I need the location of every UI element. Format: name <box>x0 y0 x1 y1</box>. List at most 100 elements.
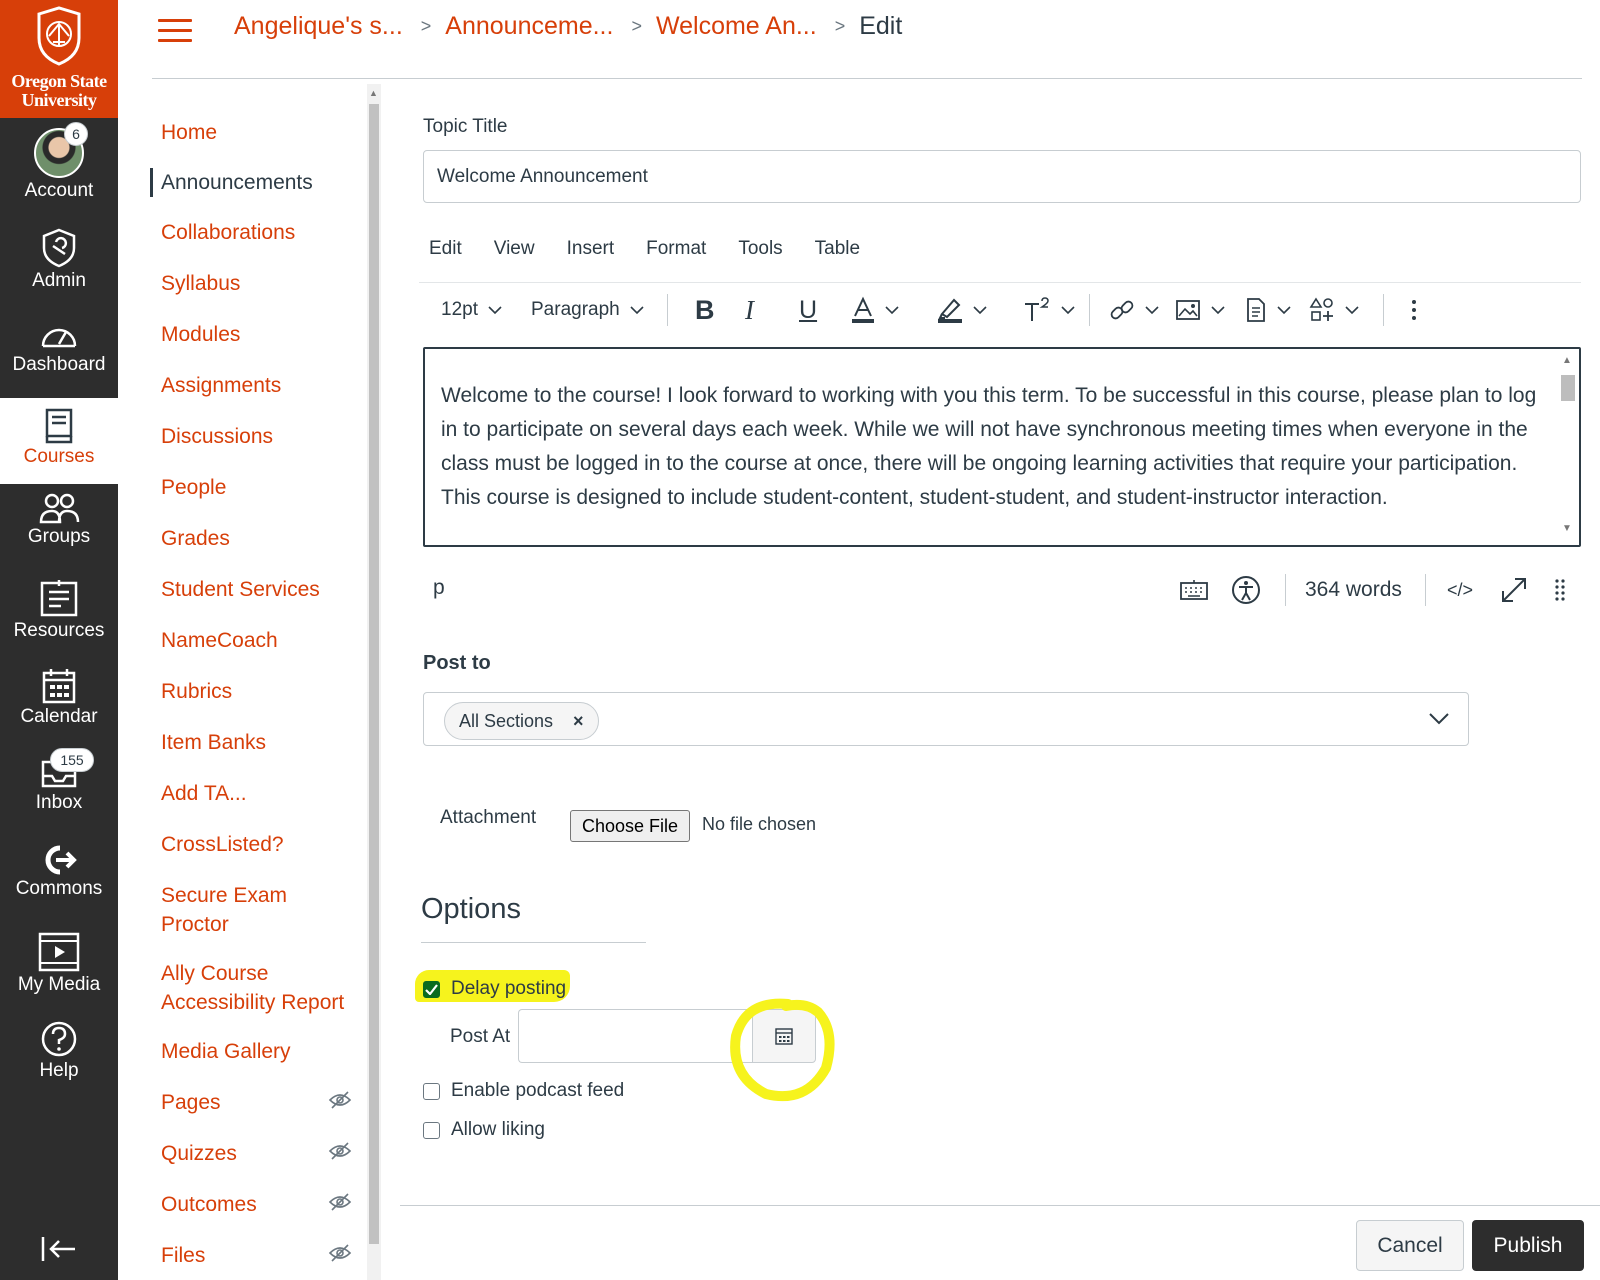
menu-edit[interactable]: Edit <box>429 238 462 260</box>
course-nav-item-banks[interactable]: Item Banks <box>150 728 358 757</box>
document-icon <box>1247 298 1265 322</box>
collapse-nav-button[interactable] <box>0 1234 118 1268</box>
chevron-down-icon <box>488 305 502 314</box>
nav-commons[interactable]: Commons <box>0 844 118 926</box>
section-chip-all-sections[interactable]: All Sections × <box>444 702 599 740</box>
chevron-right-icon: > <box>420 16 432 36</box>
nav-inbox[interactable]: 155 Inbox <box>0 748 118 838</box>
editor-body-text[interactable]: Welcome to the course! I look forward to… <box>441 379 1541 515</box>
keyboard-shortcuts-button[interactable] <box>1179 570 1209 610</box>
allow-liking-option[interactable]: Allow liking <box>423 1119 545 1141</box>
nav-groups[interactable]: Groups <box>0 492 118 574</box>
checkmark-icon <box>425 983 438 995</box>
nav-calendar[interactable]: Calendar <box>0 668 118 748</box>
publish-button[interactable]: Publish <box>1472 1220 1584 1271</box>
course-nav-syllabus[interactable]: Syllabus <box>150 269 358 298</box>
post-at-date-input[interactable] <box>518 1009 752 1063</box>
delay-posting-label: Delay posting <box>451 978 567 999</box>
course-menu-toggle[interactable] <box>158 19 192 43</box>
course-nav-add-ta[interactable]: Add TA... <box>150 779 358 808</box>
document-button[interactable] <box>1245 290 1291 330</box>
nav-resources[interactable]: Resources <box>0 578 118 662</box>
link-button[interactable] <box>1109 290 1159 330</box>
podcast-feed-checkbox[interactable] <box>423 1082 440 1100</box>
nav-admin[interactable]: Admin <box>0 228 118 312</box>
nav-courses[interactable]: Courses <box>0 398 118 484</box>
nav-account[interactable]: 6 Account <box>0 120 118 218</box>
course-nav-scrollbar[interactable]: ▲ <box>367 84 381 1280</box>
scroll-up-icon: ▲ <box>1562 355 1572 366</box>
nav-dashboard[interactable]: Dashboard <box>0 318 118 398</box>
menu-insert[interactable]: Insert <box>567 238 615 260</box>
course-nav-discussions[interactable]: Discussions <box>150 422 358 451</box>
scroll-down-icon: ▼ <box>1562 523 1572 534</box>
podcast-feed-option[interactable]: Enable podcast feed <box>423 1080 624 1102</box>
allow-liking-label: Allow liking <box>451 1119 545 1140</box>
course-nav-quizzes[interactable]: Quizzes <box>150 1139 358 1168</box>
resize-handle[interactable] <box>1555 570 1565 610</box>
block-format-select[interactable]: Paragraph <box>531 290 644 330</box>
superscript-button[interactable] <box>1023 290 1075 330</box>
breadcrumb-announcement[interactable]: Welcome An... <box>656 12 817 41</box>
collapse-arrow-icon <box>41 1237 75 1261</box>
course-nav-people[interactable]: People <box>150 473 358 502</box>
course-nav-assignments[interactable]: Assignments <box>150 371 358 400</box>
allow-liking-checkbox[interactable] <box>423 1121 440 1139</box>
apps-button[interactable] <box>1309 290 1359 330</box>
breadcrumb-announcements[interactable]: Announceme... <box>445 12 613 41</box>
menu-format[interactable]: Format <box>646 238 706 260</box>
course-nav-grades[interactable]: Grades <box>150 524 358 553</box>
menu-tools[interactable]: Tools <box>738 238 782 260</box>
menu-table[interactable]: Table <box>815 238 860 260</box>
delay-posting-checkbox[interactable] <box>423 980 440 998</box>
shield-icon <box>42 228 76 268</box>
italic-button[interactable]: I <box>745 290 754 330</box>
delay-posting-option[interactable]: Delay posting <box>423 978 566 1000</box>
rich-content-editor[interactable]: Welcome to the course! I look forward to… <box>423 347 1581 547</box>
text-color-button[interactable] <box>851 290 899 330</box>
image-button[interactable] <box>1175 290 1225 330</box>
course-nav-secure-exam-proctor[interactable]: Secure Exam Proctor <box>150 881 358 939</box>
course-nav-files[interactable]: Files <box>150 1241 358 1270</box>
breadcrumb-course[interactable]: Angelique's s... <box>234 12 403 41</box>
chevron-down-icon <box>973 305 987 314</box>
course-nav: Home Announcements Collaborations Syllab… <box>150 118 358 1270</box>
underline-button[interactable]: U <box>799 290 817 330</box>
course-nav-student-services[interactable]: Student Services <box>150 575 358 604</box>
course-nav-outcomes[interactable]: Outcomes <box>150 1190 358 1219</box>
course-nav-home[interactable]: Home <box>150 118 358 147</box>
course-nav-modules[interactable]: Modules <box>150 320 358 349</box>
fullscreen-button[interactable] <box>1499 570 1529 610</box>
menu-view[interactable]: View <box>494 238 535 260</box>
course-nav-announcements[interactable]: Announcements <box>150 168 358 197</box>
breadcrumb-current: Edit <box>859 12 903 40</box>
more-vertical-icon <box>1412 300 1416 320</box>
osu-logo[interactable]: Oregon State University <box>0 0 118 118</box>
editor-scrollbar[interactable]: ▲ ▼ <box>1557 351 1577 541</box>
editor-toolbar: 12pt Paragraph B I U <box>419 290 1581 330</box>
nav-help[interactable]: Help <box>0 1020 118 1102</box>
nav-calendar-label: Calendar <box>20 706 98 727</box>
choose-file-button[interactable]: Choose File <box>570 810 691 842</box>
course-nav-crosslisted[interactable]: CrossListed? <box>150 830 358 859</box>
nav-my-media[interactable]: My Media <box>0 932 118 1014</box>
html-editor-toggle[interactable]: </> <box>1447 570 1473 610</box>
accessibility-checker-button[interactable] <box>1231 570 1261 610</box>
nav-groups-label: Groups <box>27 526 91 547</box>
topic-title-input[interactable]: Welcome Announcement <box>423 150 1581 203</box>
remove-chip-icon[interactable]: × <box>573 711 584 732</box>
nav-dashboard-label: Dashboard <box>12 354 106 375</box>
attachment-label: Attachment <box>440 807 537 828</box>
course-nav-media-gallery[interactable]: Media Gallery <box>150 1037 358 1066</box>
bold-button[interactable]: B <box>695 290 715 330</box>
nav-commons-label: Commons <box>15 878 103 899</box>
course-nav-pages[interactable]: Pages <box>150 1088 358 1117</box>
cancel-button[interactable]: Cancel <box>1356 1220 1464 1271</box>
course-nav-namecoach[interactable]: NameCoach <box>150 626 358 655</box>
font-size-select[interactable]: 12pt <box>441 290 502 330</box>
more-toolbar-button[interactable] <box>1411 290 1417 330</box>
course-nav-collaborations[interactable]: Collaborations <box>150 218 358 247</box>
course-nav-rubrics[interactable]: Rubrics <box>150 677 358 706</box>
course-nav-ally-report[interactable]: Ally Course Accessibility Report <box>150 959 358 1017</box>
highlight-color-button[interactable] <box>937 290 987 330</box>
